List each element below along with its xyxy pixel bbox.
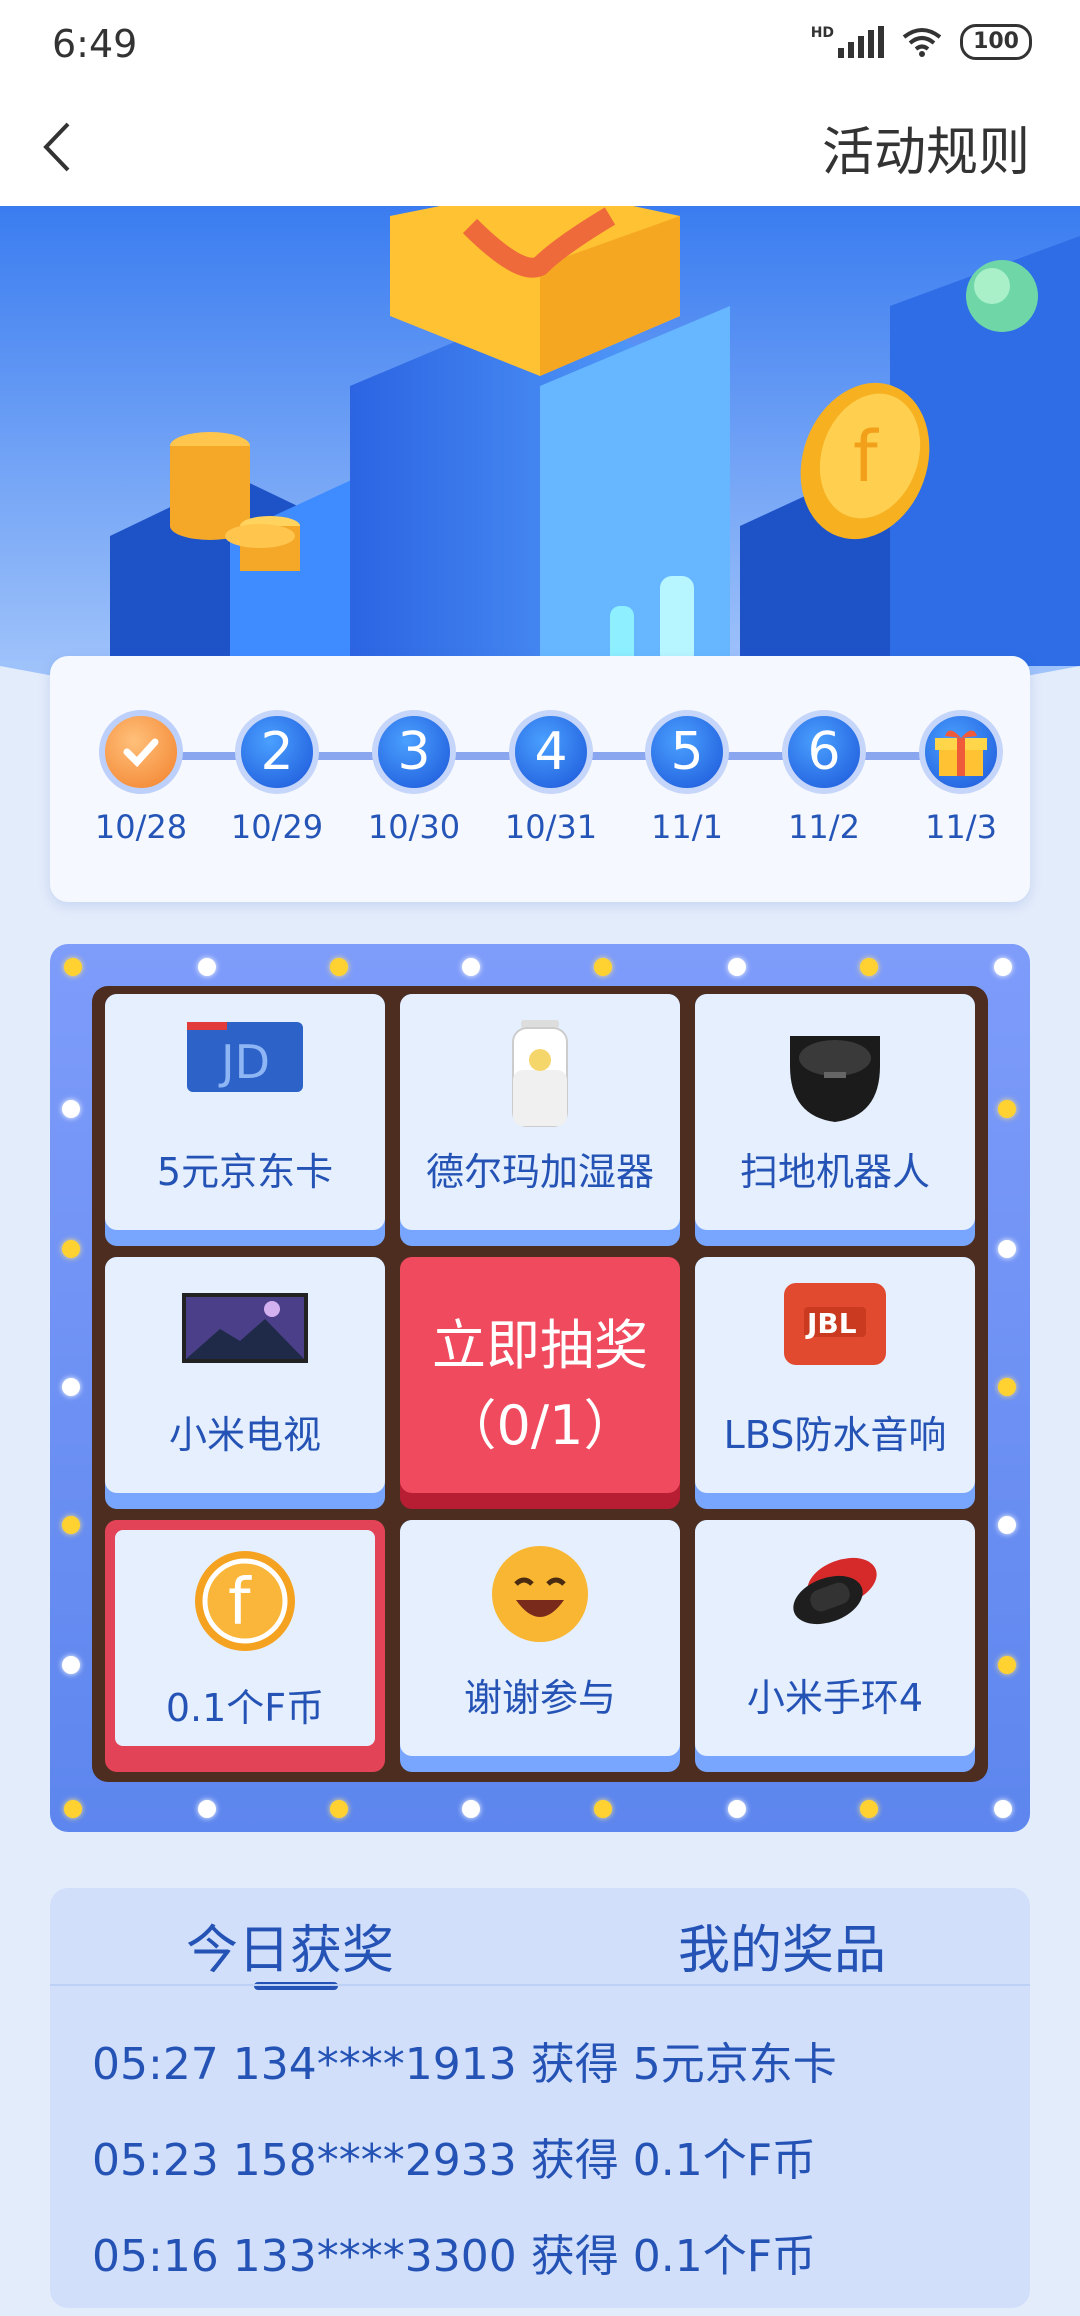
winner-row: 05:27 134****1913 获得 5元京东卡: [92, 2039, 837, 2090]
board-light: [998, 1516, 1016, 1534]
winner-row: 05:16 133****3300 获得 0.1个F币: [92, 2231, 817, 2282]
day-number: 4: [509, 710, 593, 794]
prize-cell-f-coin: f 0.1个F币: [105, 1520, 385, 1772]
jbl-speaker-icon: JBL: [784, 1283, 886, 1365]
checkin-day-1: 10/28: [86, 710, 196, 846]
promo-banner-illustration: f: [0, 206, 1080, 706]
board-light: [594, 958, 612, 976]
winners-panel: 今日获奖 我的奖品 05:27 134****1913 获得 5元京东卡 05:…: [50, 1888, 1030, 2308]
winner-row: 05:23 158****2933 获得 0.1个F币: [92, 2135, 817, 2186]
board-light: [998, 1100, 1016, 1118]
checkin-day-4: 4 10/31: [496, 710, 606, 846]
board-light: [998, 1240, 1016, 1258]
robot-vacuum-icon: [790, 1036, 880, 1122]
board-light: [330, 958, 348, 976]
mi-band-icon: [793, 1557, 877, 1625]
tab-today-winners[interactable]: 今日获奖: [186, 1908, 394, 1983]
board-light: [330, 1800, 348, 1818]
prize-label: 扫地机器人: [739, 1150, 930, 1194]
board-light: [64, 958, 82, 976]
gift-box-icon: [919, 710, 1003, 794]
svg-text:JD: JD: [218, 1035, 270, 1089]
board-light: [728, 1800, 746, 1818]
prize-label: 小米电视: [168, 1413, 321, 1457]
checkin-date: 10/31: [504, 808, 598, 846]
checkin-day-6: 6 11/2: [769, 710, 879, 846]
prize-label: LBS防水音响: [723, 1413, 947, 1457]
board-light: [594, 1800, 612, 1818]
checkin-date: 10/29: [230, 808, 324, 846]
battery-indicator: 100: [960, 24, 1032, 60]
back-arrow-icon[interactable]: [24, 112, 94, 182]
board-light: [62, 1378, 80, 1396]
top-nav-bar: 活动规则: [0, 90, 1080, 206]
checkin-day-3: 3 10/30: [359, 710, 469, 846]
prize-label: 5元京东卡: [156, 1150, 334, 1194]
winner-list: 05:27 134****1913 获得 5元京东卡 05:23 158****…: [92, 2028, 837, 2316]
wifi-icon: [902, 28, 942, 57]
checkin-day-5: 5 11/1: [632, 710, 742, 846]
board-light: [64, 1800, 82, 1818]
checkmark-icon: [99, 710, 183, 794]
day-number: 6: [782, 710, 866, 794]
checkin-date: 10/28: [94, 808, 188, 846]
board-light: [728, 958, 746, 976]
board-light: [998, 1656, 1016, 1674]
prize-label: 德尔玛加湿器: [425, 1150, 654, 1194]
jd-card-icon: JD: [187, 1022, 303, 1092]
board-light: [62, 1240, 80, 1258]
day-number: 5: [645, 710, 729, 794]
board-light: [198, 958, 216, 976]
prize-cell-jd-card: JD 5元京东卡: [105, 994, 385, 1246]
signal-icon: [838, 26, 885, 58]
tv-icon: [182, 1293, 308, 1363]
board-light: [994, 1800, 1012, 1818]
board-light: [462, 1800, 480, 1818]
board-light: [62, 1100, 80, 1118]
prize-cell-humidifier: 德尔玛加湿器: [400, 994, 680, 1246]
board-light: [860, 958, 878, 976]
board-light: [998, 1378, 1016, 1396]
humidifier-icon: [512, 1020, 568, 1127]
status-time: 6:49: [52, 22, 138, 66]
prize-label: 0.1个F币: [165, 1686, 325, 1730]
svg-text:f: f: [853, 416, 879, 498]
prize-label: 谢谢参与: [463, 1676, 616, 1720]
draw-chance-count: （0/1）: [442, 1394, 638, 1457]
checkin-date: 11/1: [651, 808, 723, 846]
f-coin-icon: f: [195, 1551, 295, 1651]
smile-face-icon: [492, 1546, 588, 1642]
board-light: [462, 958, 480, 976]
checkin-day-2: 2 10/29: [222, 710, 332, 846]
network-type-label: HD: [810, 25, 835, 41]
draw-button[interactable]: 立即抽奖 （0/1）: [400, 1257, 680, 1509]
prize-cell-robot-vacuum: 扫地机器人: [695, 994, 975, 1246]
tab-my-prizes[interactable]: 我的奖品: [678, 1908, 886, 1983]
svg-text:JBL: JBL: [805, 1307, 857, 1340]
checkin-date: 11/3: [925, 808, 997, 846]
board-light: [860, 1800, 878, 1818]
status-bar: 6:49 HD 100: [0, 0, 1080, 90]
prize-cell-speaker: JBL LBS防水音响: [695, 1257, 975, 1509]
prize-label: 小米手环4: [746, 1676, 924, 1720]
svg-text:f: f: [228, 1566, 252, 1640]
tab-divider: [50, 1984, 1030, 1986]
status-icons: HD 100: [811, 24, 1032, 60]
board-light: [62, 1656, 80, 1674]
activity-rules-link[interactable]: 活动规则: [822, 110, 1030, 185]
checkin-date: 11/2: [788, 808, 860, 846]
lottery-board: JD 5元京东卡 德尔玛加湿器 扫地机器人 小米电视 立即抽奖 （0/1） JB…: [50, 944, 1030, 1832]
prize-cell-tv: 小米电视: [105, 1257, 385, 1509]
draw-button-title: 立即抽奖: [432, 1314, 648, 1377]
board-light: [198, 1800, 216, 1818]
board-light: [994, 958, 1012, 976]
day-number: 2: [235, 710, 319, 794]
day-number: 3: [372, 710, 456, 794]
checkin-day-7: 11/3: [906, 710, 1016, 846]
prize-cell-thanks: 谢谢参与: [400, 1520, 680, 1772]
checkin-date: 10/30: [367, 808, 461, 846]
board-light: [62, 1516, 80, 1534]
checkin-tracker: 10/28 2 10/29 3 10/30 4 10/31 5 11/1 6 1…: [50, 656, 1030, 902]
prize-cell-mi-band: 小米手环4: [695, 1520, 975, 1772]
